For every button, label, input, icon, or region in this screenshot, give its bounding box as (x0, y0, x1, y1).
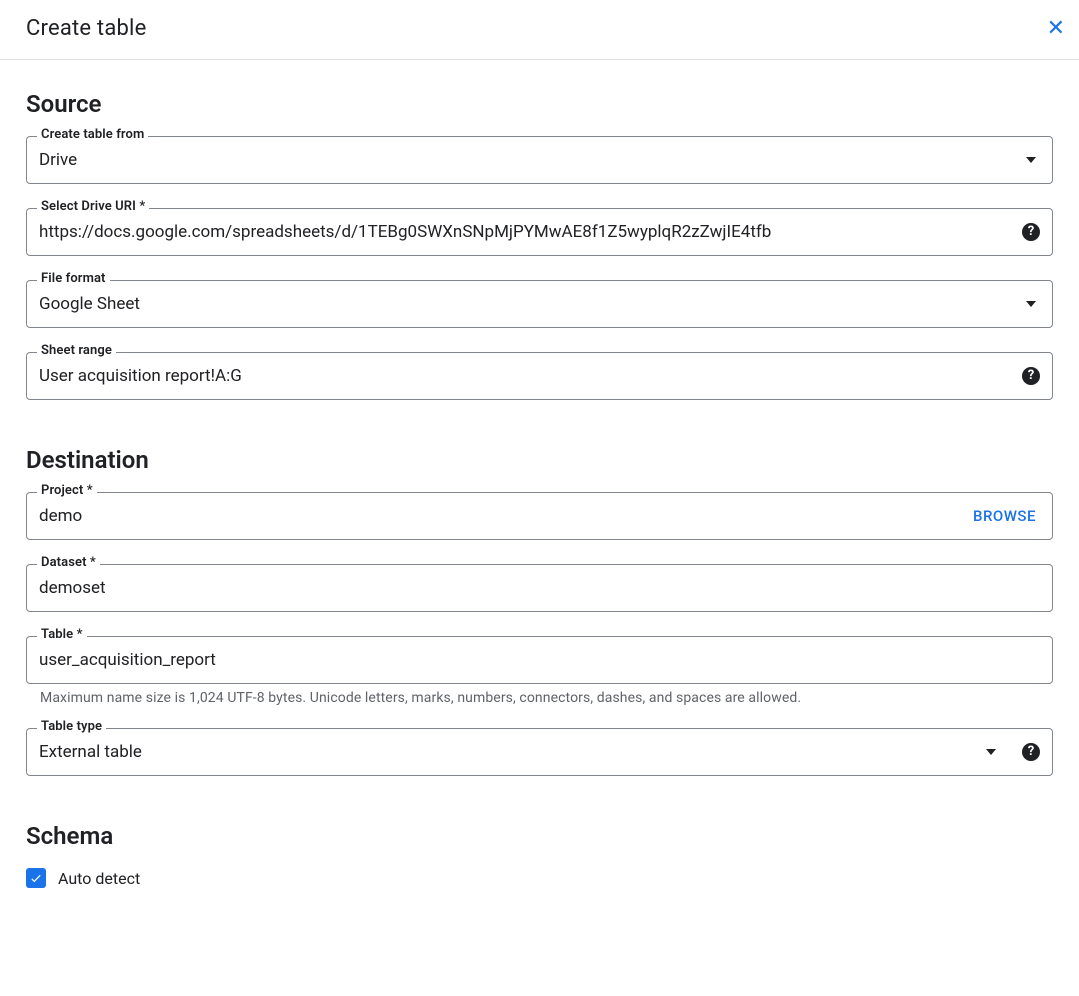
file-format-value: Google Sheet (39, 294, 1018, 314)
table-type-label: Table type (37, 719, 106, 734)
table-type-select[interactable]: External table (39, 742, 1000, 762)
table-name-label: Table * (37, 627, 87, 642)
table-name-field: Table * (26, 636, 1053, 684)
autodetect-checkbox[interactable] (26, 868, 46, 888)
file-format-field[interactable]: File format Google Sheet (26, 280, 1053, 328)
browse-button[interactable]: BROWSE (969, 507, 1040, 525)
project-label: Project * (37, 483, 97, 498)
source-heading: Source (26, 90, 1053, 118)
create-table-from-label: Create table from (37, 127, 148, 142)
dialog-header: Create table ✕ (0, 0, 1079, 60)
sheet-range-label: Sheet range (37, 343, 116, 358)
dataset-input[interactable] (39, 578, 1040, 598)
schema-heading: Schema (26, 822, 1053, 850)
table-name-helper: Maximum name size is 1,024 UTF-8 bytes. … (40, 690, 1053, 706)
project-field: Project * BROWSE (26, 492, 1053, 540)
chevron-down-icon (986, 749, 996, 755)
table-type-field: Table type External table ? (26, 728, 1053, 776)
chevron-down-icon (1026, 301, 1036, 307)
drive-uri-input[interactable] (39, 222, 1012, 242)
destination-heading: Destination (26, 446, 1053, 474)
help-icon[interactable]: ? (1022, 743, 1040, 761)
project-input[interactable] (39, 506, 969, 526)
autodetect-label: Auto detect (58, 869, 140, 888)
close-icon[interactable]: ✕ (1047, 16, 1065, 41)
create-table-from-field[interactable]: Create table from Drive (26, 136, 1053, 184)
chevron-down-icon (1026, 157, 1036, 163)
autodetect-row: Auto detect (26, 868, 1053, 888)
sheet-range-field: Sheet range ? (26, 352, 1053, 400)
sheet-range-input[interactable] (39, 366, 1012, 386)
file-format-label: File format (37, 271, 110, 286)
create-table-from-value: Drive (39, 150, 1018, 170)
help-icon[interactable]: ? (1022, 223, 1040, 241)
help-icon[interactable]: ? (1022, 367, 1040, 385)
table-type-value: External table (39, 742, 978, 762)
table-name-input[interactable] (39, 650, 1040, 670)
dialog-content: Source Create table from Drive Select Dr… (0, 60, 1079, 908)
drive-uri-field: Select Drive URI * ? (26, 208, 1053, 256)
dialog-title: Create table (26, 16, 146, 41)
drive-uri-label: Select Drive URI * (37, 199, 149, 214)
dataset-field: Dataset * (26, 564, 1053, 612)
dataset-label: Dataset * (37, 555, 100, 570)
